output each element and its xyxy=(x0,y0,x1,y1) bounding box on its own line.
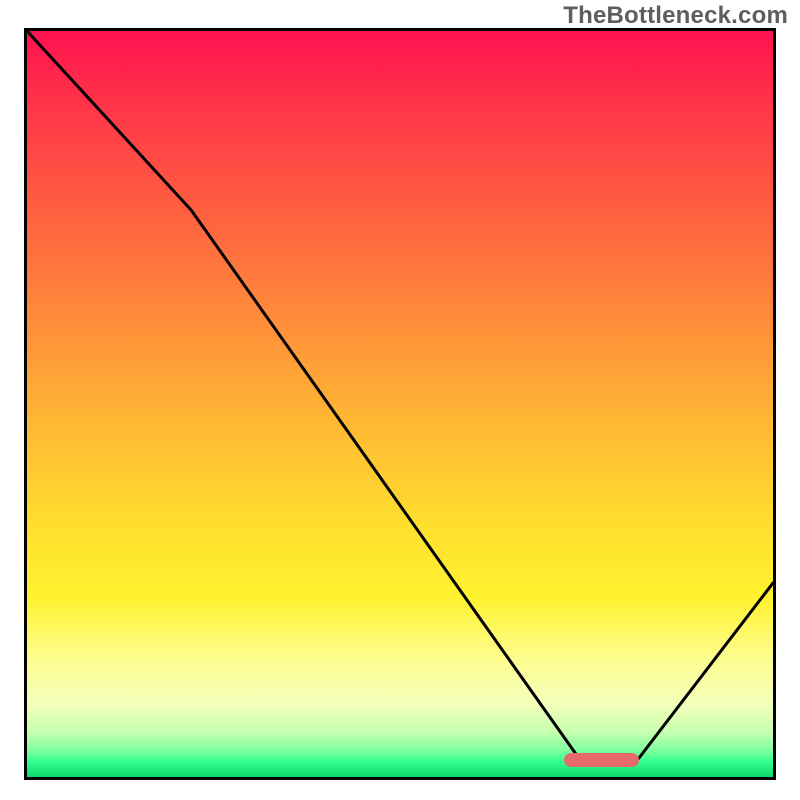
chart-canvas: TheBottleneck.com xyxy=(0,0,800,800)
watermark-text: TheBottleneck.com xyxy=(563,2,788,30)
plot-frame xyxy=(24,28,776,780)
curve-path xyxy=(27,31,773,758)
bottleneck-curve xyxy=(27,31,773,777)
min-marker xyxy=(564,753,639,767)
